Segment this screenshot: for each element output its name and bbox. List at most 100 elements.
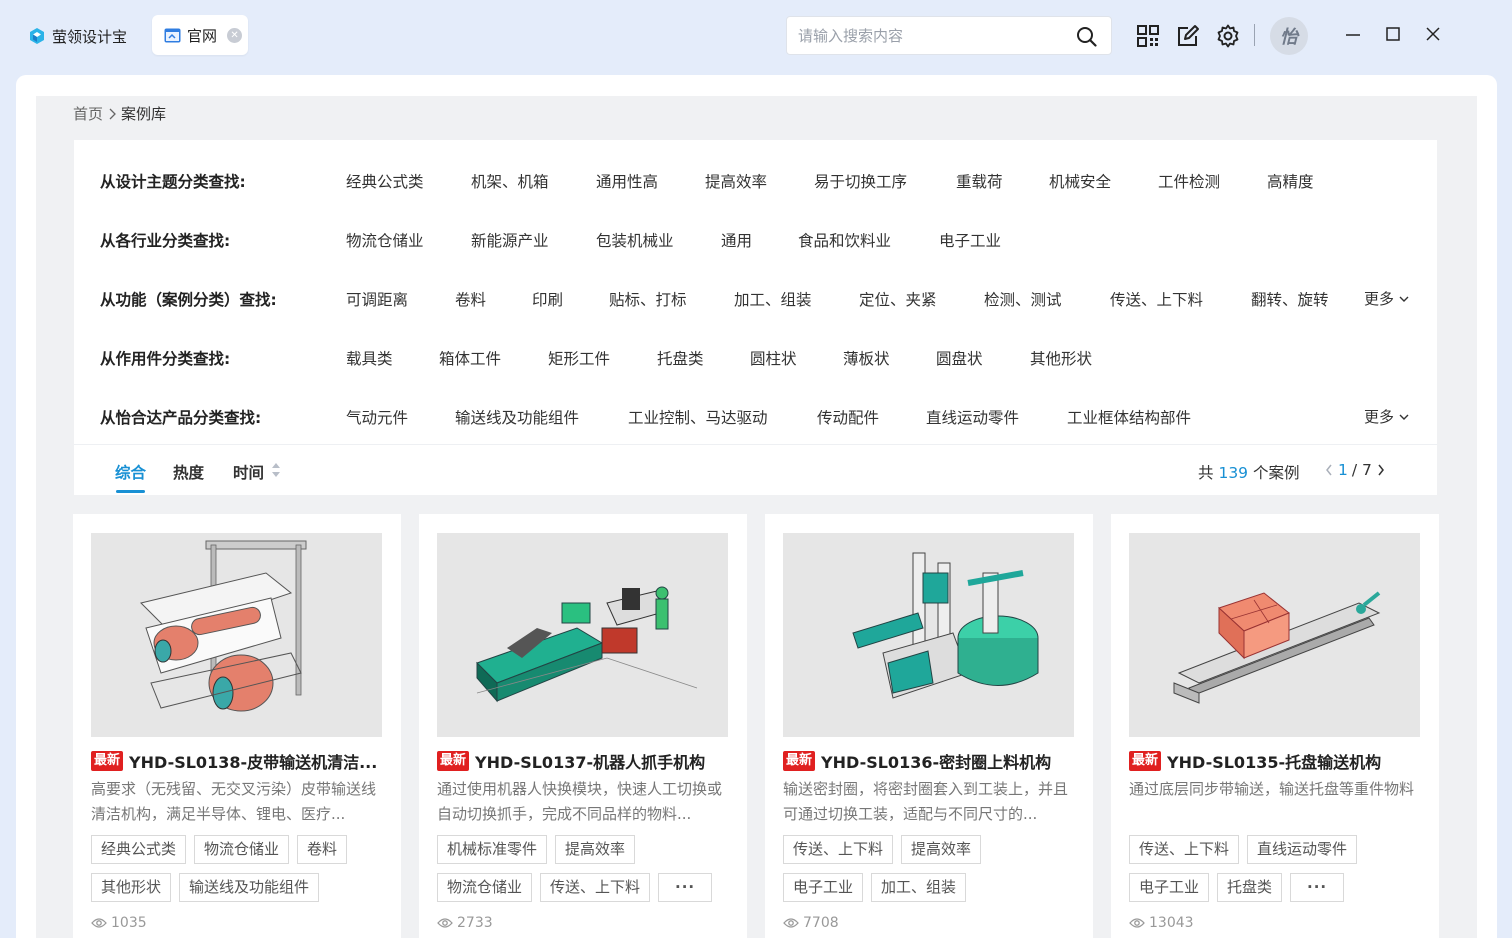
filter-option[interactable]: 定位、夹紧 [859,288,937,310]
case-tag[interactable]: 加工、组装 [871,873,967,902]
case-tag[interactable]: 提高效率 [555,835,636,864]
filter-option[interactable]: 翻转、旋转 [1251,288,1329,310]
close-window-icon[interactable] [1423,24,1443,44]
filter-option[interactable]: 物流仓储业 [346,229,424,251]
filter-option[interactable]: 贴标、打标 [609,288,687,310]
next-page-icon[interactable] [1376,462,1386,478]
case-tag[interactable]: 物流仓储业 [437,873,533,902]
case-tag[interactable]: 直线运动零件 [1247,835,1358,864]
case-tag[interactable]: 电子工业 [1129,873,1210,902]
filter-option[interactable]: 可调距离 [346,288,408,310]
view-count-number: 7708 [803,915,839,931]
sort-tab-time[interactable]: 时间 [233,461,264,483]
filter-more-button[interactable]: 更多 [1364,406,1410,427]
filter-option[interactable]: 载具类 [346,347,393,369]
filter-option[interactable]: 加工、组装 [734,288,812,310]
case-tag[interactable]: 电子工业 [783,873,864,902]
filter-more-button[interactable]: 更多 [1364,288,1410,309]
title-bar: 萤领设计宝 官网 ✕ 怡 [0,0,1512,74]
case-tag[interactable]: 传送、上下料 [1129,835,1240,864]
filter-option[interactable]: 电子工业 [939,229,1001,251]
filter-option[interactable]: 托盘类 [657,347,704,369]
case-card[interactable]: 最新 YHD-SL0135-托盘输送机构 通过底层同步带输送，输送托盘等重件物料… [1111,514,1439,938]
filter-option[interactable]: 通用性高 [596,170,658,192]
case-card[interactable]: 最新 YHD-SL0138-皮带输送机清洁... 高要求（无残留、无交叉污染）皮… [73,514,401,938]
filter-option[interactable]: 提高效率 [705,170,767,192]
filter-option[interactable]: 薄板状 [843,347,890,369]
new-badge: 最新 [91,751,124,771]
tab-official-site[interactable]: 官网 ✕ [152,15,248,55]
case-tag[interactable]: 传送、上下料 [783,835,894,864]
search-input[interactable] [798,26,1068,45]
filter-option[interactable]: 传动配件 [817,406,879,428]
breadcrumb-home[interactable]: 首页 [73,103,103,124]
filter-option[interactable]: 机械安全 [1049,170,1111,192]
filter-option[interactable]: 工业控制、马达驱动 [628,406,768,428]
case-tag[interactable]: 物流仓储业 [194,835,290,864]
filter-option[interactable]: 包装机械业 [596,229,674,251]
more-label: 更多 [1363,408,1394,426]
filter-option[interactable]: 矩形工件 [548,347,610,369]
settings-gear-icon[interactable] [1216,24,1240,48]
filter-option[interactable]: 直线运动零件 [926,406,1019,428]
case-tag[interactable]: 托盘类 [1217,873,1283,902]
filter-option[interactable]: 高精度 [1267,170,1314,192]
more-tags-button[interactable]: ··· [658,873,713,902]
case-tag[interactable]: 输送线及功能组件 [179,873,320,902]
robot-gripper-illustration [437,533,728,737]
app-tab[interactable]: 萤领设计宝 [28,20,127,52]
case-tag[interactable]: 其他形状 [91,873,172,902]
filter-option[interactable]: 卷料 [455,288,486,310]
filter-option[interactable]: 圆柱状 [750,347,797,369]
filter-option[interactable]: 食品和饮料业 [798,229,891,251]
sort-tab-overall[interactable]: 综合 [115,461,146,483]
edit-icon[interactable] [1176,24,1200,48]
view-count: 2733 [437,915,493,931]
case-tag[interactable]: 提高效率 [901,835,982,864]
more-tags-button[interactable]: ··· [1290,873,1345,902]
case-thumbnail[interactable] [1129,533,1420,737]
qr-code-icon[interactable] [1136,24,1160,48]
case-tag[interactable]: 传送、上下料 [540,873,651,902]
filter-option[interactable]: 传送、上下料 [1110,288,1203,310]
case-title[interactable]: 最新 YHD-SL0138-皮带输送机清洁... [91,749,391,773]
filter-option[interactable]: 经典公式类 [346,170,424,192]
case-title[interactable]: 最新 YHD-SL0136-密封圈上料机构 [783,749,1083,773]
filter-option[interactable]: 其他形状 [1030,347,1092,369]
filter-option[interactable]: 印刷 [532,288,563,310]
case-thumbnail[interactable] [91,533,382,737]
search-icon[interactable] [1076,26,1097,47]
case-description: 通过底层同步带输送，输送托盘等重件物料 [1129,780,1415,798]
case-tag[interactable]: 机械标准零件 [437,835,548,864]
case-thumbnail[interactable] [783,533,1074,737]
sort-arrows-icon[interactable] [271,460,281,480]
filter-option[interactable]: 易于切换工序 [814,170,907,192]
filter-option[interactable]: 检测、测试 [984,288,1062,310]
belt-cleaner-illustration [91,533,382,737]
filter-option[interactable]: 气动元件 [346,406,408,428]
filter-option[interactable]: 机架、机箱 [471,170,549,192]
case-title[interactable]: 最新 YHD-SL0137-机器人抓手机构 [437,749,737,773]
prev-page-icon[interactable] [1324,462,1334,478]
filter-option[interactable]: 圆盘状 [936,347,983,369]
case-tag[interactable]: 经典公式类 [91,835,187,864]
total-pages: / 7 [1351,461,1372,479]
case-tag[interactable]: 卷料 [297,835,348,864]
sort-tab-popularity[interactable]: 热度 [173,461,204,483]
case-title[interactable]: 最新 YHD-SL0135-托盘输送机构 [1129,749,1429,773]
case-card[interactable]: 最新 YHD-SL0137-机器人抓手机构 通过使用机器人快换模块，快速人工切换… [419,514,747,938]
filter-option[interactable]: 箱体工件 [439,347,501,369]
case-card[interactable]: 最新 YHD-SL0136-密封圈上料机构 输送密封圈，将密封圈套入到工装上，并… [765,514,1093,938]
filter-option[interactable]: 工业框体结构部件 [1067,406,1191,428]
case-thumbnail[interactable] [437,533,728,737]
tab-close-icon[interactable]: ✕ [227,27,243,43]
minimize-icon[interactable] [1343,24,1363,44]
filter-option[interactable]: 重载荷 [956,170,1003,192]
maximize-icon[interactable] [1383,24,1403,44]
filter-option[interactable]: 工件检测 [1158,170,1220,192]
filter-option[interactable]: 新能源产业 [471,229,549,251]
filter-option[interactable]: 输送线及功能组件 [455,406,579,428]
user-avatar[interactable]: 怡 [1270,17,1308,55]
view-count: 7708 [783,915,839,931]
filter-option[interactable]: 通用 [721,229,752,251]
